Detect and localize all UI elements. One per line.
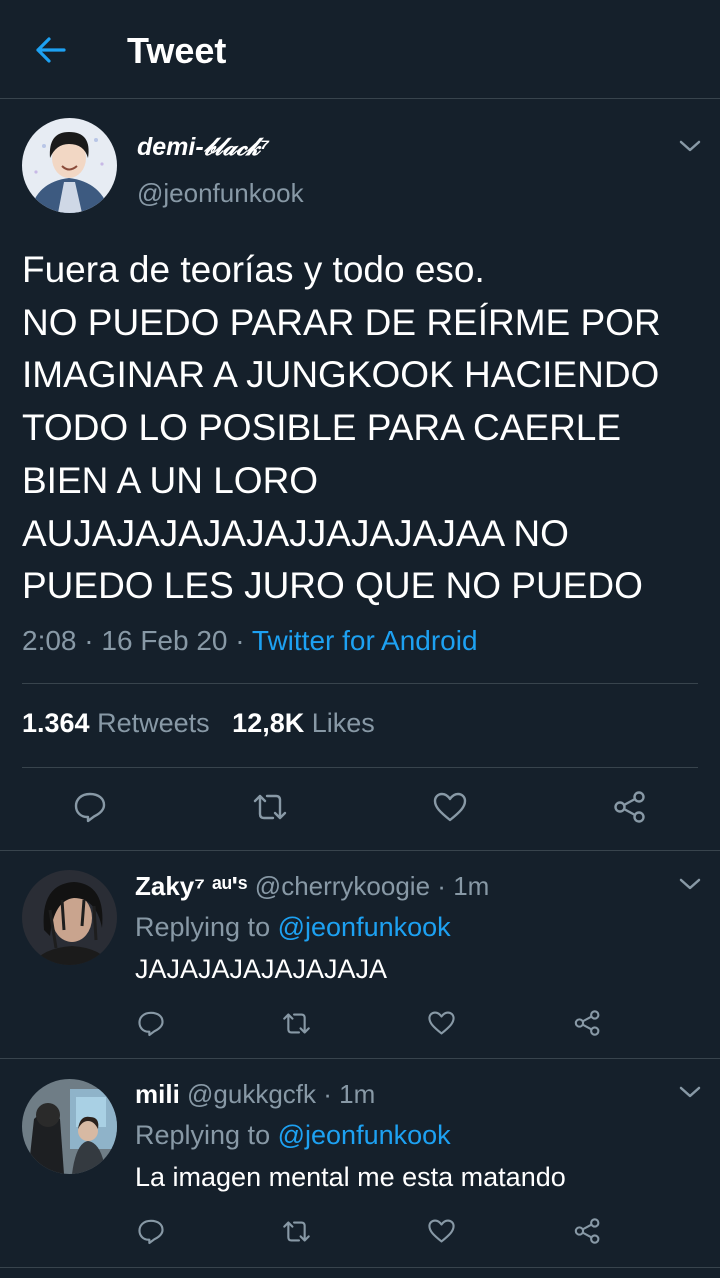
tweet-source-link[interactable]: Twitter for Android [252,625,478,656]
tweet-text: Fuera de teorías y todo eso. NO PUEDO PA… [22,249,661,607]
reply-author-handle[interactable]: @cherrykoogie [255,871,430,901]
retweet-button[interactable] [279,1214,313,1248]
tweet-date: 16 Feb 20 [101,625,228,656]
retweets-label: Retweets [97,708,210,738]
share-icon [614,791,645,823]
avatar[interactable] [22,118,117,213]
chevron-down-icon[interactable] [677,874,703,894]
reply-time: 1m [339,1079,376,1109]
like-button[interactable] [430,787,470,827]
like-button[interactable] [424,1214,458,1248]
author-name[interactable]: demi-𝒷𝓁𝒶𝒸𝓀⁷ [137,133,269,162]
divider [0,1058,720,1059]
share-button[interactable] [570,1214,604,1248]
like-button[interactable] [424,1006,458,1040]
likes-label: Likes [311,708,375,738]
replying-to-label: Replying to [135,912,271,942]
reply-header: mili @gukkgcfk · 1m [135,1079,375,1110]
reply-author-name[interactable]: mili [135,1079,180,1109]
likes-stat[interactable]: 12,8K Likes [232,708,375,738]
tweet-stats: 1.364 Retweets 12,8K Likes [22,708,375,739]
reply-button[interactable] [70,787,110,827]
replying-to-label: Replying to [135,1120,271,1150]
replying-to-link[interactable]: @jeonfunkook [278,912,451,942]
retweet-icon [282,1012,310,1034]
divider [22,767,698,768]
reply-icon [74,792,106,823]
meta-separator: · [84,625,94,656]
share-button[interactable] [570,1006,604,1040]
divider [0,850,720,851]
retweet-icon [282,1220,310,1242]
divider [0,1267,720,1268]
author-handle[interactable]: @jeonfunkook [137,178,304,209]
back-button[interactable] [30,32,70,68]
share-icon [574,1218,599,1244]
reply-icon [138,1011,164,1036]
top-bar: Tweet [0,0,720,99]
reply-author-name[interactable]: Zaky⁷ ᵃᵘ'ˢ [135,871,248,901]
retweet-button[interactable] [250,787,290,827]
reply-separator: · [437,871,446,901]
likes-count: 12,8K [232,708,305,738]
replying-to: Replying to @jeonfunkook [135,912,451,943]
reply-button[interactable] [134,1214,168,1248]
reply-button[interactable] [134,1006,168,1040]
meta-separator: · [235,625,245,656]
like-icon [433,792,467,822]
reply-header: Zaky⁷ ᵃᵘ'ˢ @cherrykoogie · 1m [135,871,489,902]
retweet-button[interactable] [279,1006,313,1040]
reply-avatar[interactable] [22,870,117,965]
reply-author-handle[interactable]: @gukkgcfk [187,1079,316,1109]
like-icon [427,1011,455,1035]
page-title: Tweet [127,30,227,71]
share-button[interactable] [610,787,650,827]
reply-time: 1m [453,871,490,901]
retweets-count: 1.364 [22,708,90,738]
divider [22,683,698,684]
replying-to: Replying to @jeonfunkook [135,1120,451,1151]
chevron-down-icon[interactable] [677,136,703,156]
tweet-time: 2:08 [22,625,77,656]
chevron-down-icon[interactable] [677,1082,703,1102]
share-icon [574,1010,599,1036]
like-icon [427,1219,455,1243]
replying-to-link[interactable]: @jeonfunkook [278,1120,451,1150]
reply-icon [138,1219,164,1244]
reply-text: JAJAJAJAJAJAJAJA [135,954,388,984]
retweet-icon [253,794,287,820]
retweets-stat[interactable]: 1.364 Retweets [22,708,210,738]
tweet-meta: 2:08 · 16 Feb 20 · Twitter for Android [22,625,478,657]
reply-separator: · [323,1079,332,1109]
arrow-left-icon [36,37,66,63]
reply-avatar[interactable] [22,1079,117,1174]
reply-text: La imagen mental me esta matando [135,1162,566,1192]
